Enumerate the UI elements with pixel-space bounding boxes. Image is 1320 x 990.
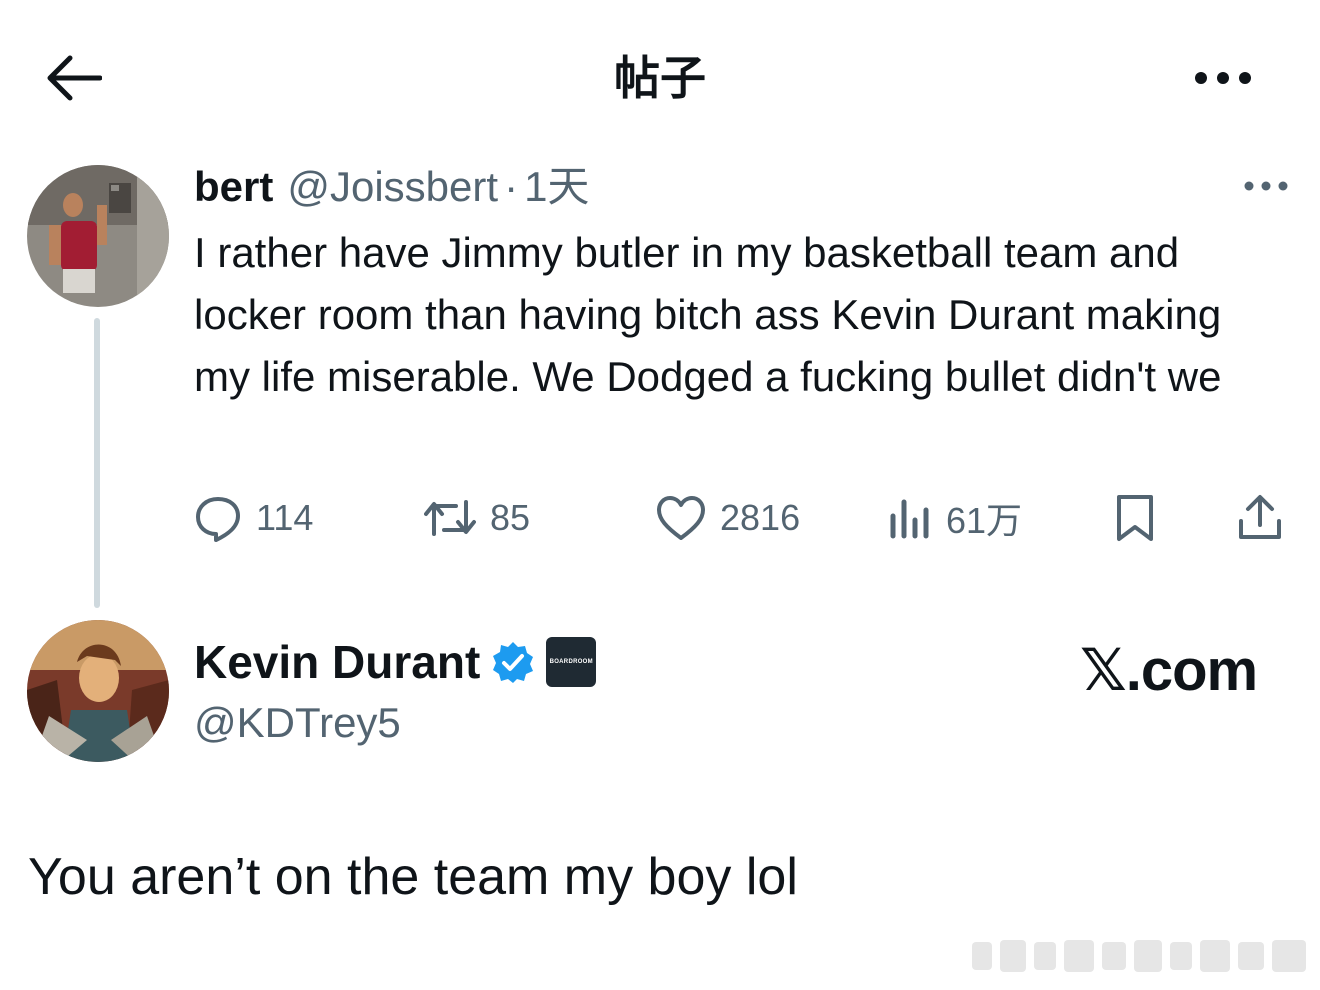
tweet-author-name[interactable]: bert [194,160,273,214]
avatar-kevin-durant[interactable] [27,620,169,762]
header-more-button[interactable] [1188,56,1258,100]
analytics-icon [890,499,929,539]
retweet-button[interactable]: 85 [424,490,530,546]
share-button[interactable] [1236,490,1284,546]
tweet-timestamp[interactable]: 1天 [524,160,589,214]
more-horizontal-icon [1195,72,1251,84]
retweet-count: 85 [490,497,531,538]
retweet-icon [424,500,476,536]
reply-author-handle[interactable]: @KDTrey5 [194,696,401,750]
bookmark-icon [1117,495,1153,541]
separator-dot: · [504,163,519,210]
affiliate-badge-label: BOARDROOM [549,659,593,665]
page-title: 帖子 [614,52,706,104]
avatar-bert[interactable] [27,165,169,307]
tweet-author-handle[interactable]: @Joissbert [287,160,498,214]
reply-button[interactable]: 114 [194,490,313,546]
reply-author-name[interactable]: Kevin Durant [194,635,480,689]
like-button[interactable]: 2816 [656,490,800,546]
tweet-text: I rather have Jimmy butler in my basketb… [194,229,1222,400]
reply-text: You aren’t on the team my boy lol [28,848,798,906]
verified-badge-icon [493,642,534,683]
tweet-header: bert @Joissbert · 1天 [194,160,589,214]
views-count: 61万 [946,500,1023,541]
share-icon [1239,495,1281,539]
bookmark-button[interactable] [1114,490,1156,546]
reply-icon [196,497,240,542]
reply-count: 114 [256,497,314,538]
more-horizontal-icon [1244,181,1288,191]
thread-line [94,318,100,608]
like-count: 2816 [720,497,801,538]
watermark-icon [972,940,1306,972]
x-logo-text: 𝕏.com [1080,638,1258,703]
views-button[interactable]: 61万 [888,490,1022,546]
affiliate-badge[interactable]: BOARDROOM [546,637,597,687]
reply-author-row: Kevin Durant BOARDROOM [194,632,597,692]
tweet-more-button[interactable] [1236,168,1296,204]
heart-icon [657,496,705,540]
